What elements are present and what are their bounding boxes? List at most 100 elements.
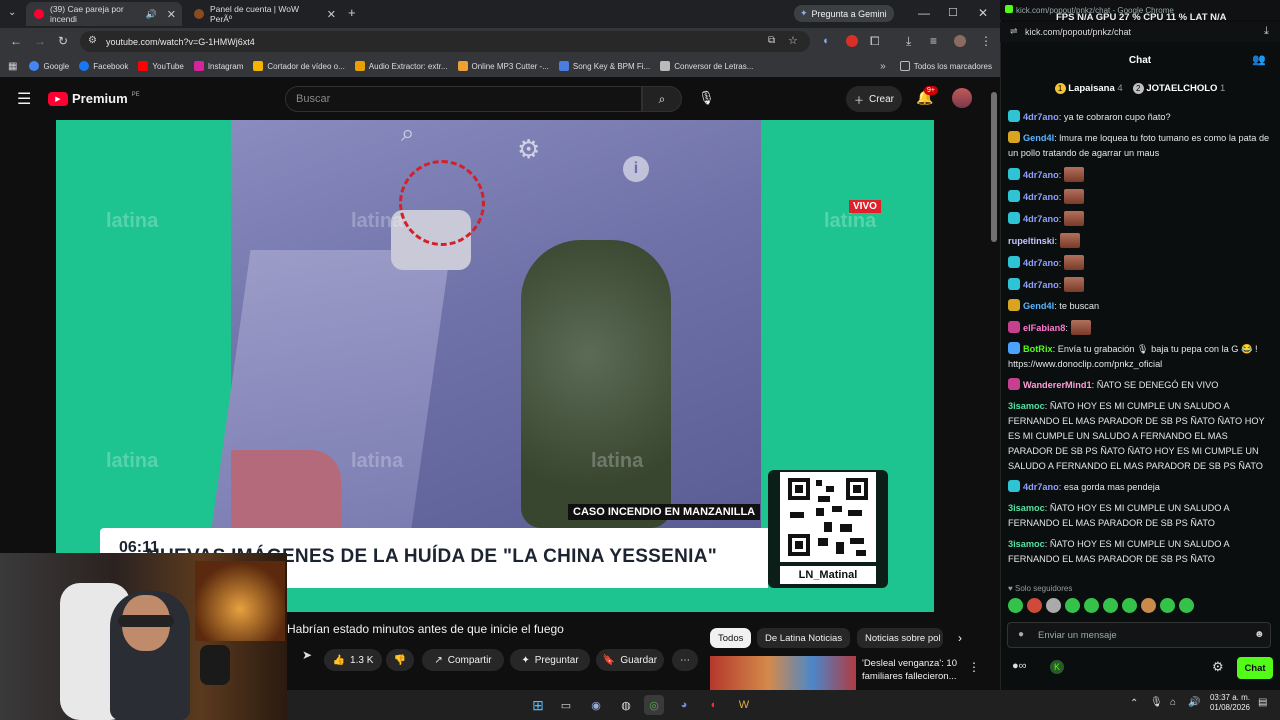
site-info-icon[interactable]: ⚙ xyxy=(88,35,97,46)
chat-message[interactable]: Gend4l: te buscan xyxy=(1008,299,1270,314)
chat-username[interactable]: 4dr7ano xyxy=(1023,258,1059,268)
bookmark-conversor[interactable]: Conversor de Letras... xyxy=(660,61,753,71)
volume-icon[interactable]: 🔊 xyxy=(1188,697,1200,708)
all-bookmarks[interactable]: Todos los marcadores xyxy=(899,61,992,71)
site-settings-icon[interactable]: ⇌ xyxy=(1010,26,1018,37)
emote-icon[interactable] xyxy=(1103,598,1118,613)
back-icon[interactable]: ← xyxy=(10,34,22,48)
bookmark-mp3-cutter[interactable]: Online MP3 Cutter -... xyxy=(457,61,549,71)
emote-icon[interactable] xyxy=(1179,598,1194,613)
steam-icon[interactable]: ◉ xyxy=(586,695,606,715)
forward-icon[interactable]: → xyxy=(34,34,46,48)
chat-message[interactable]: 4dr7ano: xyxy=(1008,211,1270,227)
chrome-taskbar-icon[interactable]: ◎ xyxy=(644,695,664,715)
chip-all[interactable]: Todos xyxy=(710,628,752,648)
chat-username[interactable]: 4dr7ano xyxy=(1023,482,1059,492)
more-actions-button[interactable]: ⋯ xyxy=(672,649,698,671)
bookmark-audio-extractor[interactable]: Audio Extractor: extr... xyxy=(354,61,448,71)
ask-button[interactable]: ✦ Preguntar xyxy=(510,649,590,671)
chat-username[interactable]: 4dr7ano xyxy=(1023,280,1059,290)
extension-badge-icon[interactable] xyxy=(846,35,858,47)
save-button[interactable]: 🔖 Guardar xyxy=(596,649,664,671)
close-tab-icon[interactable]: ✕ xyxy=(327,8,336,21)
chat-username[interactable]: Gend4l xyxy=(1023,301,1054,311)
chat-message[interactable]: 3isamoc: ÑATO HOY ES MI CUMPLE UN SALUDO… xyxy=(1008,537,1270,567)
chat-username[interactable]: 3isamoc xyxy=(1008,503,1045,513)
emote-icon[interactable] xyxy=(1027,598,1042,613)
emote-icon[interactable] xyxy=(1008,598,1023,613)
hamburger-menu-icon[interactable]: ☰ xyxy=(17,89,31,109)
bookmark-cortador[interactable]: Cortador de vídeo o... xyxy=(253,61,345,71)
chevron-right-icon[interactable]: › xyxy=(958,631,962,645)
bookmark-google[interactable]: Google xyxy=(29,61,69,71)
suggestion-menu-icon[interactable]: ⋮ xyxy=(968,660,980,674)
create-button[interactable]: ＋ Crear xyxy=(846,86,902,112)
extension-icon[interactable]: ◖ xyxy=(822,35,829,47)
tab-wow[interactable]: Panel de cuenta | WoW PerÃº ✕ xyxy=(186,2,342,26)
tab-search-icon[interactable]: ⌄ xyxy=(8,7,16,18)
chip-latina[interactable]: De Latina Noticias xyxy=(757,628,851,648)
chat-username[interactable]: rupeltinski xyxy=(1008,236,1054,246)
chat-message[interactable]: 4dr7ano: xyxy=(1008,167,1270,183)
more-bookmarks-icon[interactable]: » xyxy=(880,61,886,72)
chat-message[interactable]: Gend4l: lmura me loquea tu foto tumano e… xyxy=(1008,131,1270,161)
chat-username[interactable]: 4dr7ano xyxy=(1023,112,1059,122)
bookmark-instagram[interactable]: Instagram xyxy=(193,61,243,71)
video-player[interactable]: latina latina latina latina ⌕ ⚙ i latina… xyxy=(56,120,934,612)
emote-icon[interactable] xyxy=(1046,598,1061,613)
chat-message[interactable]: 4dr7ano: esa gorda mas pendeja xyxy=(1008,480,1270,495)
notification-center-icon[interactable]: ▤ xyxy=(1258,697,1267,708)
discord-icon[interactable]: ◕ xyxy=(674,695,694,715)
close-window-icon[interactable]: ✕ xyxy=(978,6,988,20)
close-tab-icon[interactable]: ✕ xyxy=(167,8,176,21)
chat-username[interactable]: 3isamoc xyxy=(1008,539,1045,549)
mic-tray-icon[interactable]: 🎙 xyxy=(1150,697,1163,708)
kick-extras-icon[interactable]: ●∞ xyxy=(1012,660,1027,672)
like-button[interactable]: 👍 1.3 K xyxy=(324,649,382,671)
chat-username[interactable]: WandererMind1 xyxy=(1023,380,1092,390)
bookmark-facebook[interactable]: Facebook xyxy=(79,61,128,71)
apps-grid-icon[interactable]: ▦ xyxy=(8,61,17,72)
emote-icon[interactable] xyxy=(1065,598,1080,613)
reload-icon[interactable]: ↻ xyxy=(58,34,68,48)
menu-dots-icon[interactable]: ⋮ xyxy=(980,34,992,48)
cast-icon[interactable]: ⧉ xyxy=(768,35,775,46)
emote-icon[interactable] xyxy=(1160,598,1175,613)
emote-icon[interactable] xyxy=(1084,598,1099,613)
avatar[interactable] xyxy=(952,88,972,108)
network-icon[interactable]: ⌂ xyxy=(1170,697,1176,708)
chat-username[interactable]: BotRix xyxy=(1023,344,1053,354)
chat-username[interactable]: 3isamoc xyxy=(1008,401,1045,411)
windows-start-icon[interactable]: ⊞ xyxy=(528,695,548,715)
kick-logo-icon[interactable]: K xyxy=(1050,660,1064,674)
media-icon[interactable]: ≡ xyxy=(930,34,937,48)
chip-politica[interactable]: Noticias sobre pol xyxy=(857,628,943,648)
chat-settings-gear-icon[interactable]: ⚙ xyxy=(1212,659,1224,675)
obs-icon[interactable]: ◍ xyxy=(616,695,636,715)
chat-username[interactable]: 4dr7ano xyxy=(1023,170,1059,180)
chat-message[interactable]: rupeltinski: xyxy=(1008,233,1270,249)
app-icon[interactable]: ◐ xyxy=(704,695,724,715)
bookmark-star-icon[interactable]: ☆ xyxy=(788,34,798,47)
chat-message[interactable]: 4dr7ano: ya te cobraron cupo ñato? xyxy=(1008,110,1270,125)
share-button[interactable]: ↗ Compartir xyxy=(422,649,504,671)
suggestion-title[interactable]: 'Desleal venganza': 10 familiares fallec… xyxy=(862,657,964,683)
chat-users-icon[interactable]: 👥 xyxy=(1252,53,1266,66)
gemini-button[interactable]: ✦ Pregunta a Gemini xyxy=(794,5,894,22)
new-tab-icon[interactable]: + xyxy=(348,5,356,20)
emoji-picker-icon[interactable]: ☻ xyxy=(1254,629,1265,640)
chat-message[interactable]: 3isamoc: ÑATO HOY ES MI CUMPLE UN SALUDO… xyxy=(1008,501,1270,531)
bookmark-youtube[interactable]: YouTube xyxy=(138,61,184,71)
chat-message[interactable]: 4dr7ano: xyxy=(1008,189,1270,205)
chat-input[interactable]: ● Enviar un mensaje ☻ xyxy=(1007,622,1271,648)
microphone-icon[interactable]: 🎙 xyxy=(698,90,715,106)
extensions-puzzle-icon[interactable]: ⧠ xyxy=(870,34,880,49)
chat-message[interactable]: BotRix: Envía tu grabación 🎙 baja tu pep… xyxy=(1008,342,1270,372)
suggestion-thumbnail[interactable] xyxy=(710,656,856,690)
dislike-button[interactable]: 👎 xyxy=(386,649,414,671)
audio-icon[interactable]: 🔊 xyxy=(146,9,157,20)
tab-youtube[interactable]: (39) Cae pareja por incendi 🔊 ✕ xyxy=(26,2,182,26)
tray-chevron-icon[interactable]: ⌃ xyxy=(1130,698,1138,709)
send-chat-button[interactable]: Chat xyxy=(1237,657,1273,679)
bookmark-song-key[interactable]: Song Key & BPM Fi... xyxy=(558,61,650,71)
